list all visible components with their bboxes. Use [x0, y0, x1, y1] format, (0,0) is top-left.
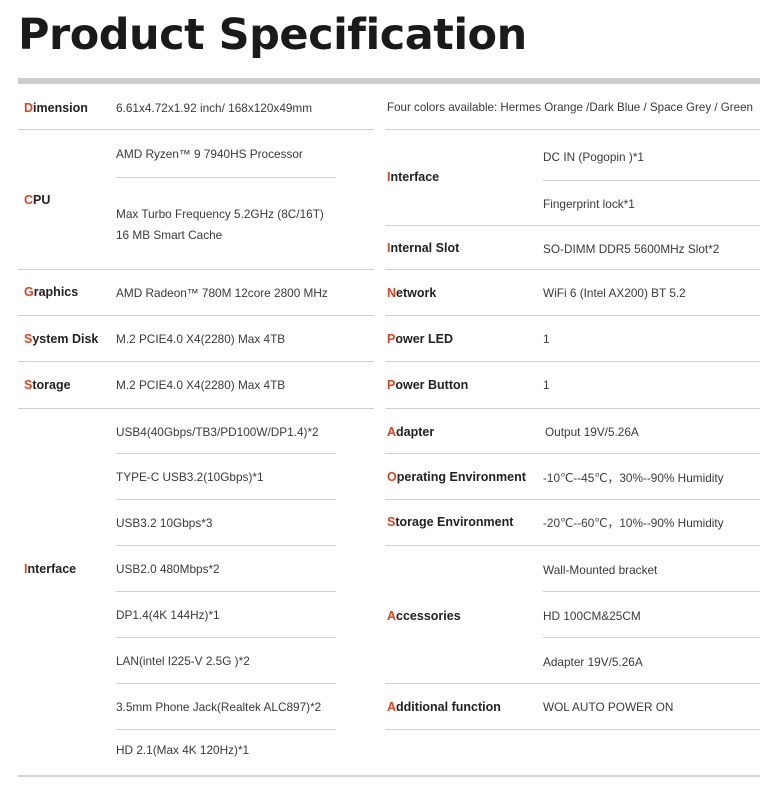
value-cpu-cache: 16 MB Smart Cache	[116, 228, 223, 242]
value-internal-slot: SO-DIMM DDR5 5600MHz Slot*2	[543, 242, 720, 256]
value-system-disk: M.2 PCIE4.0 X4(2280) Max 4TB	[116, 332, 286, 346]
label-interface-right: Interface	[387, 170, 440, 184]
cell-divider	[116, 591, 336, 592]
cell-divider	[543, 180, 760, 181]
value-interface-usb32: USB3.2 10Gbps*3	[116, 516, 213, 530]
value-colors: Four colors available: Hermes Orange /Da…	[387, 101, 754, 114]
cell-divider	[543, 591, 760, 592]
label-operating-env: Operating Environment	[387, 470, 526, 484]
row-divider	[385, 729, 760, 730]
row-divider	[385, 545, 760, 546]
label-storage: Storage	[24, 378, 71, 392]
label-interface-left: Interface	[24, 562, 77, 576]
page-title: Product Specification	[18, 10, 527, 60]
value-interface-usb4: USB4(40Gbps/TB3/PD100W/DP1.4)*2	[116, 425, 319, 439]
row-divider	[18, 269, 374, 270]
cell-divider	[116, 637, 336, 638]
value-interface-dp: DP1.4(4K 144Hz)*1	[116, 608, 220, 622]
value-adapter: Output 19V/5.26A	[545, 425, 639, 439]
value-additional-function: WOL AUTO POWER ON	[543, 700, 674, 714]
value-network: WiFi 6 (Intel AX200) BT 5.2	[543, 286, 686, 300]
label-additional-function: Additional function	[387, 700, 501, 714]
value-interface-dcin: DC IN (Pogopin )*1	[543, 150, 644, 164]
label-power-led: Power LED	[387, 332, 453, 346]
cell-divider	[543, 637, 760, 638]
cell-divider	[116, 177, 336, 178]
value-storage-env: -20℃--60℃，10%--90% Humidity	[543, 516, 724, 530]
row-divider	[385, 361, 760, 362]
cell-divider	[116, 683, 336, 684]
label-internal-slot: Internal Slot	[387, 241, 460, 255]
row-divider	[385, 408, 760, 409]
value-interface-lan: LAN(intel I225-V 2.5G )*2	[116, 654, 250, 668]
label-cpu: CPU	[24, 193, 51, 207]
row-divider	[18, 315, 374, 316]
cell-divider	[116, 453, 336, 454]
cell-divider	[116, 545, 336, 546]
value-storage: M.2 PCIE4.0 X4(2280) Max 4TB	[116, 378, 286, 392]
label-dimension: Dimension	[24, 101, 88, 115]
row-divider	[385, 129, 760, 130]
row-divider	[385, 269, 760, 270]
row-divider	[385, 683, 760, 684]
value-accessories-adapter: Adapter 19V/5.26A	[543, 655, 643, 669]
row-divider	[385, 499, 760, 500]
value-power-led: 1	[543, 332, 550, 346]
label-storage-env: Storage Environment	[387, 515, 514, 529]
value-accessories-hd: HD 100CM&25CM	[543, 609, 641, 623]
cell-divider	[116, 729, 336, 730]
value-cpu-processor: AMD Ryzen™ 9 7940HS Processor	[116, 147, 303, 161]
label-power-button: Power Button	[387, 378, 469, 392]
value-interface-audio: 3.5mm Phone Jack(Realtek ALC897)*2	[116, 700, 322, 714]
value-interface-typec: TYPE-C USB3.2(10Gbps)*1	[116, 470, 264, 484]
label-network: Network	[387, 286, 437, 300]
cell-divider	[116, 499, 336, 500]
value-interface-hdmi: HD 2.1(Max 4K 120Hz)*1	[116, 743, 250, 757]
label-system-disk: System Disk	[24, 332, 99, 346]
row-divider	[385, 225, 760, 226]
value-operating-env: -10℃--45℃，30%--90% Humidity	[543, 471, 724, 485]
value-graphics: AMD Radeon™ 780M 12core 2800 MHz	[116, 286, 328, 300]
value-accessories-bracket: Wall-Mounted bracket	[543, 563, 658, 577]
title-divider	[18, 78, 760, 84]
row-divider	[18, 129, 374, 130]
row-divider	[18, 361, 374, 362]
label-adapter: Adapter	[387, 425, 435, 439]
value-cpu-turbo: Max Turbo Frequency 5.2GHz (8C/16T)	[116, 207, 324, 221]
row-divider	[385, 315, 760, 316]
row-divider	[18, 408, 374, 409]
label-accessories: Accessories	[387, 609, 461, 623]
bottom-rule	[18, 775, 760, 777]
label-graphics: Graphics	[24, 285, 79, 299]
value-interface-usb20: USB2.0 480Mbps*2	[116, 562, 220, 576]
value-interface-fingerprint: Fingerprint lock*1	[543, 197, 635, 211]
value-dimension: 6.61x4.72x1.92 inch/ 168x120x49mm	[116, 101, 313, 115]
row-divider	[385, 453, 760, 454]
value-power-button: 1	[543, 378, 550, 392]
